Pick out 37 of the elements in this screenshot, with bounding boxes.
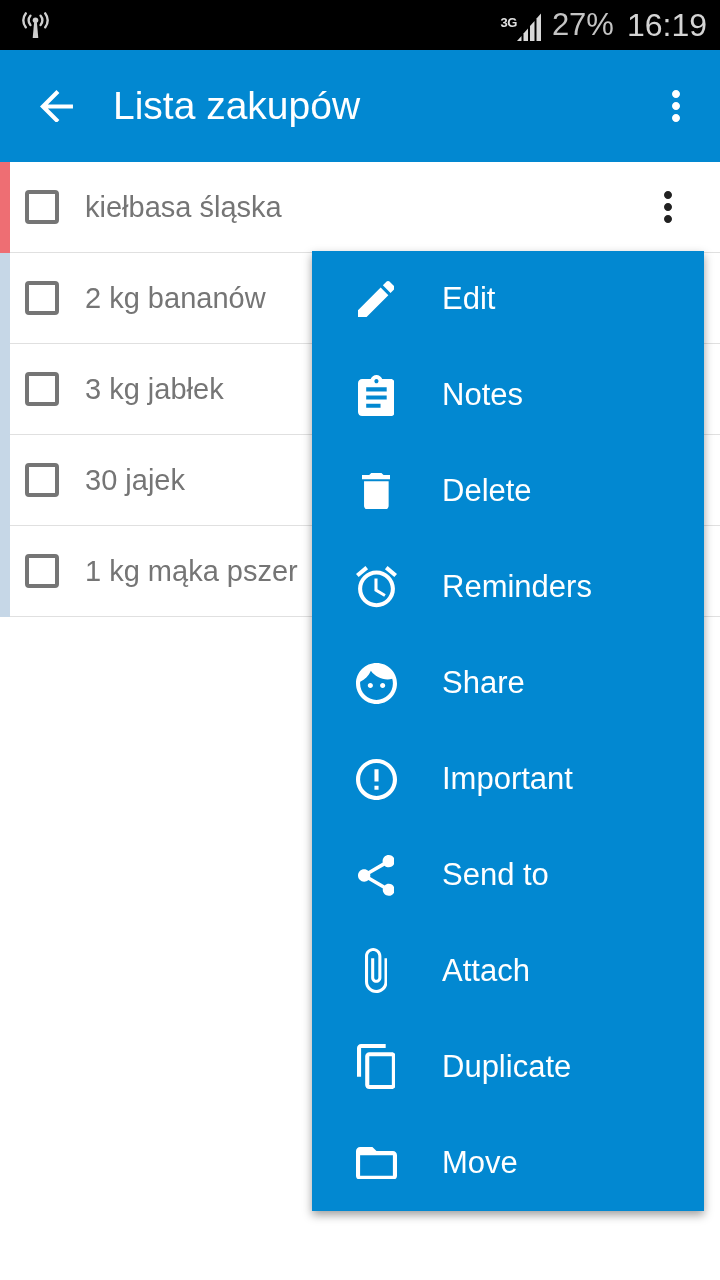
battery-percentage: 27% [551, 8, 614, 42]
signal-bars-icon [516, 13, 541, 41]
menu-item[interactable]: Attach [312, 923, 704, 1019]
network-type-label: 3G [500, 16, 517, 30]
item-label: 1 kg mąka pszer [85, 554, 298, 588]
menu-item[interactable]: Move [312, 1115, 704, 1211]
share-icon [357, 854, 395, 896]
checkbox[interactable] [25, 281, 59, 315]
checkbox[interactable] [25, 463, 59, 497]
item-label: 3 kg jabłek [85, 372, 224, 406]
trash-icon [361, 472, 391, 510]
menu-item[interactable]: Important [312, 731, 704, 827]
clipboard-icon [357, 374, 395, 416]
copy-icon [356, 1044, 396, 1090]
more-options-icon[interactable] [664, 191, 672, 223]
paperclip-icon [364, 948, 388, 994]
menu-item[interactable]: Edit [312, 251, 704, 347]
menu-item[interactable]: Send to [312, 827, 704, 923]
checkbox[interactable] [25, 372, 59, 406]
checkbox[interactable] [25, 190, 59, 224]
item-label: 30 jajek [85, 463, 185, 497]
alarm-clock-icon [355, 566, 397, 608]
menu-item[interactable]: Delete [312, 443, 704, 539]
menu-item[interactable]: Notes [312, 347, 704, 443]
menu-item[interactable]: Reminders [312, 539, 704, 635]
menu-item[interactable]: Share [312, 635, 704, 731]
status-time: 16:19 [626, 7, 707, 43]
back-arrow-icon[interactable] [40, 89, 73, 123]
item-label: kiełbasa śląska [85, 190, 282, 224]
checkbox[interactable] [25, 554, 59, 588]
antenna-icon [21, 12, 50, 38]
menu-item[interactable]: Duplicate [312, 1019, 704, 1115]
folder-icon [355, 1146, 397, 1180]
face-icon [355, 662, 397, 704]
pencil-icon [357, 280, 395, 318]
item-label: 2 kg bananów [85, 281, 266, 315]
app-bar-title: Lista zakupów [112, 84, 361, 128]
